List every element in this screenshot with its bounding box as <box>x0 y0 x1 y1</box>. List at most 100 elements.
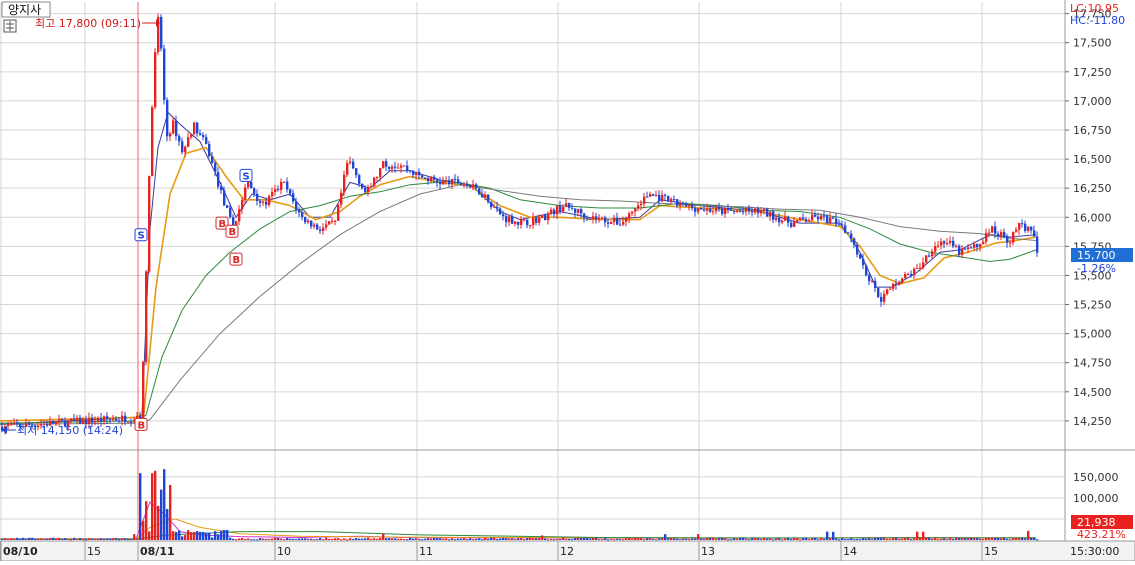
candle-body <box>484 194 487 198</box>
volume-bar <box>550 539 553 541</box>
candle-body <box>199 133 202 136</box>
volume-bar <box>643 539 646 541</box>
candle-body <box>514 221 517 224</box>
volume-bar <box>988 537 991 540</box>
volume-bar <box>253 539 256 541</box>
candle-body <box>253 188 256 194</box>
volume-bar <box>187 530 190 540</box>
candle-body <box>94 421 97 423</box>
candle-body <box>424 177 427 179</box>
candle-body <box>685 203 688 207</box>
candle-body <box>88 417 91 424</box>
candle-body <box>790 222 793 227</box>
volume-bar <box>499 538 502 540</box>
volume-bar <box>493 537 496 540</box>
candle-body <box>946 243 949 245</box>
candle-body <box>277 189 280 191</box>
volume-bar <box>799 539 802 541</box>
volume-bar <box>607 539 610 541</box>
candle-body <box>694 208 697 212</box>
price-tick-label: 16,250 <box>1073 182 1112 195</box>
candle-body <box>841 224 844 226</box>
volume-bar <box>697 534 700 540</box>
time-tick-label: 11 <box>419 545 433 558</box>
volume-bar <box>82 539 85 541</box>
volume-bar <box>535 538 538 540</box>
candle-body <box>1024 223 1027 231</box>
volume-bar <box>313 539 316 541</box>
volume-bar <box>349 538 352 540</box>
candle-body <box>445 180 448 182</box>
signal-label: S <box>243 171 250 182</box>
volume-bar <box>706 537 709 540</box>
candle-body <box>877 288 880 297</box>
volume-bar <box>55 538 58 540</box>
candle-body <box>325 224 328 228</box>
candle-body <box>304 217 307 223</box>
volume-bar <box>604 538 607 540</box>
candle-body <box>175 120 178 137</box>
candle-body <box>625 218 628 222</box>
candle-body <box>874 280 877 289</box>
price-tag-value: 15,700 <box>1077 249 1116 262</box>
volume-bar <box>1009 539 1012 541</box>
volume-bar <box>289 538 292 540</box>
volume-bar <box>511 538 514 540</box>
volume-bar <box>595 538 598 540</box>
volume-bar <box>850 538 853 540</box>
candle-body <box>211 156 214 163</box>
volume-bar <box>28 537 31 540</box>
volume-bar <box>541 535 544 540</box>
candle-body <box>337 204 340 221</box>
candle-body <box>832 217 835 219</box>
candle-body <box>268 196 271 205</box>
candle-body <box>118 420 121 422</box>
volume-bar <box>733 538 736 540</box>
candle-body <box>169 133 172 137</box>
volume-bar <box>1030 537 1033 540</box>
volume-bar <box>235 539 238 541</box>
volume-bar <box>772 539 775 541</box>
candle-body <box>352 161 355 169</box>
volume-bar <box>505 538 508 540</box>
candle-body <box>892 283 895 289</box>
candle-body <box>601 217 604 219</box>
volume-bar <box>274 537 277 540</box>
volume-bar <box>205 532 208 540</box>
volume-bar <box>586 538 589 540</box>
volume-bar <box>139 473 142 540</box>
candle-body <box>1012 231 1015 243</box>
candle-body <box>739 210 742 212</box>
volume-bar <box>814 537 817 540</box>
volume-bar <box>94 538 97 540</box>
candle-body <box>727 208 730 210</box>
candle-body <box>862 258 865 266</box>
volume-bar <box>67 538 70 540</box>
volume-bar <box>718 538 721 540</box>
volume-bar <box>460 538 463 540</box>
candle-body <box>1015 229 1018 232</box>
candle-body <box>220 186 223 191</box>
volume-bar <box>649 538 652 540</box>
candle-body <box>895 283 898 286</box>
candle-body <box>544 214 547 221</box>
volume-bar <box>739 537 742 540</box>
stock-chart[interactable]: SBBBBS 14,25014,50014,75015,00015,25015,… <box>0 0 1135 562</box>
volume-bar <box>439 538 442 540</box>
volume-bar <box>256 539 259 541</box>
candle-body <box>358 175 361 184</box>
candle-body <box>10 424 13 426</box>
volume-bar <box>175 531 178 540</box>
volume-bar <box>1024 538 1027 540</box>
volume-bar <box>754 537 757 540</box>
candle-body <box>196 122 199 134</box>
candle-body <box>637 205 640 209</box>
volume-bar <box>25 538 28 540</box>
volume-bar <box>901 538 904 540</box>
candle-body <box>346 162 349 175</box>
signal-label: B <box>138 420 146 431</box>
volume-bar <box>232 538 235 540</box>
volume-bar <box>34 538 37 540</box>
volume-bar <box>721 537 724 540</box>
volume-bar <box>871 538 874 540</box>
